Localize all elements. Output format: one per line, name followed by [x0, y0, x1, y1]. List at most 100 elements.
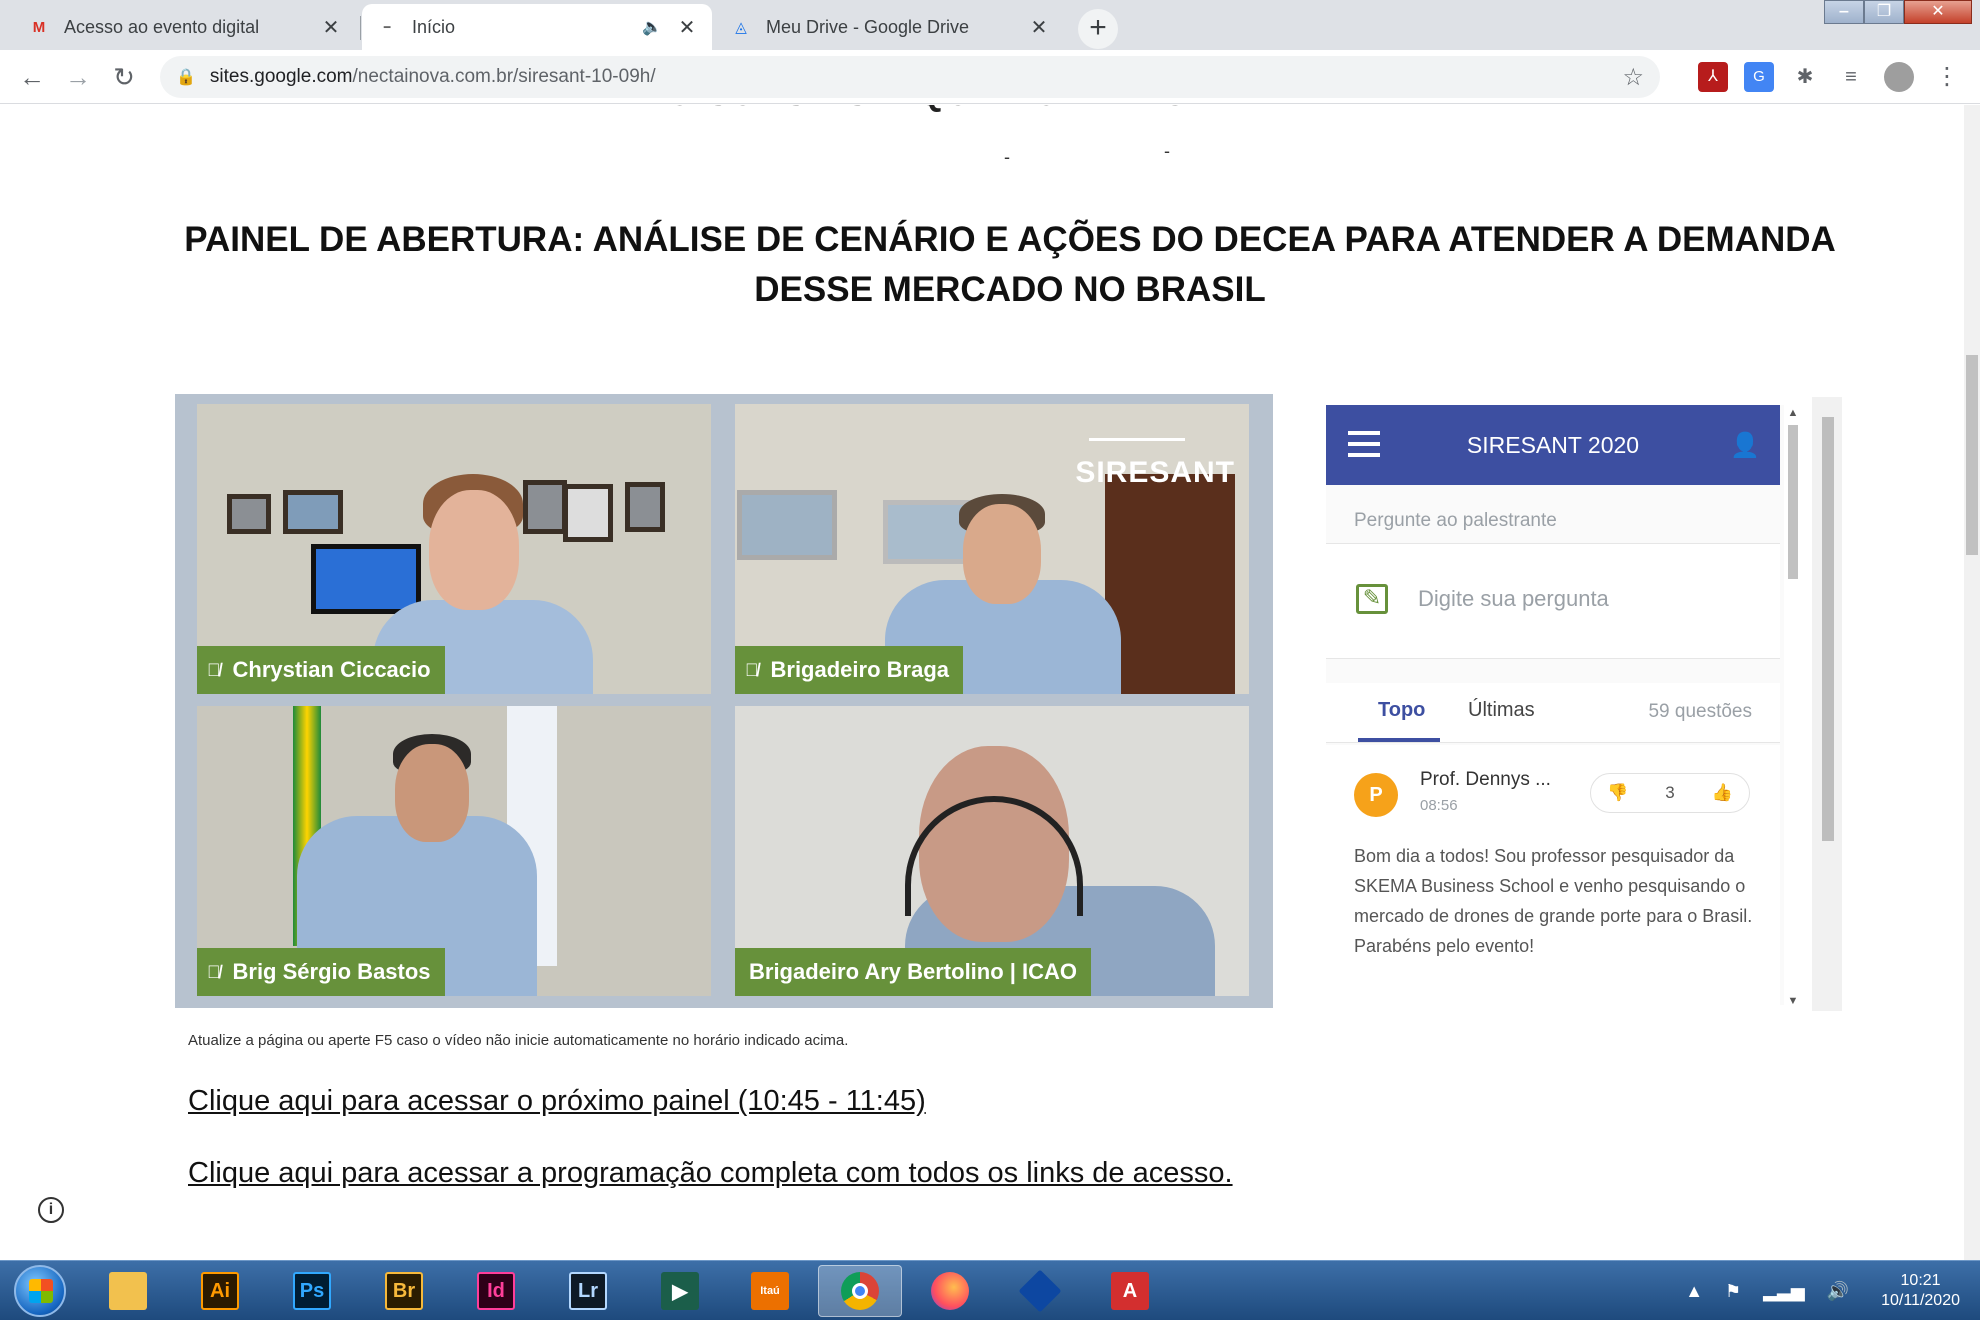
- tab-ultimas[interactable]: Últimas: [1468, 699, 1535, 722]
- url-host: sites.google.com: [209, 66, 353, 87]
- clock-time: 10:21: [1900, 1272, 1941, 1289]
- photoshop-icon: Ps: [293, 1272, 331, 1310]
- tab-strip: M Acesso ao evento digital ✕ ━ Início 🔈 …: [0, 0, 1980, 50]
- pdf-extension-icon[interactable]: ⅄: [1698, 62, 1728, 92]
- tab-gmail[interactable]: M Acesso ao evento digital ✕: [14, 4, 356, 50]
- window-controls: ‒ ❐ ✕: [1824, 0, 1972, 24]
- new-tab-button[interactable]: +: [1078, 9, 1118, 49]
- firefox-icon: [931, 1272, 969, 1310]
- flag-icon[interactable]: ⚑: [1725, 1281, 1741, 1302]
- chrome-icon: [841, 1272, 879, 1310]
- mic-muted-icon: 🎙̸: [745, 659, 759, 680]
- photoshop-button[interactable]: Ps: [270, 1265, 354, 1317]
- vote-control: 👎 3 👍: [1590, 773, 1750, 813]
- tray-expand-icon[interactable]: ▲: [1685, 1281, 1703, 1302]
- app-button[interactable]: A: [1088, 1265, 1172, 1317]
- qa-tabs: Topo Últimas 59 questões: [1326, 683, 1780, 743]
- participant-nameplate: 🎙̸ Brigadeiro Braga: [735, 646, 963, 694]
- volume-icon[interactable]: 🔊: [1827, 1281, 1849, 1302]
- tab-separator: [360, 16, 361, 40]
- title-line-1: PAINEL DE ABERTURA: ANÁLISE DE CENÁRIO E…: [184, 220, 1836, 259]
- translate-extension-icon[interactable]: G: [1744, 62, 1774, 92]
- tab-inicio[interactable]: ━ Início 🔈 ✕: [362, 4, 712, 50]
- scroll-up-icon[interactable]: ▲: [1784, 407, 1802, 419]
- full-program-link[interactable]: Clique aqui para acessar a programação c…: [188, 1157, 1233, 1190]
- chrome-button[interactable]: [818, 1265, 902, 1317]
- menu-dots-icon[interactable]: ⋮: [1932, 62, 1962, 92]
- participant-nameplate: 🎙̸ Brig Sérgio Bastos: [197, 948, 445, 996]
- scroll-thumb[interactable]: [1788, 425, 1798, 579]
- indesign-button[interactable]: Id: [454, 1265, 538, 1317]
- profile-avatar[interactable]: [1884, 62, 1914, 92]
- folder-icon: [109, 1272, 147, 1310]
- illustrator-button[interactable]: Ai: [178, 1265, 262, 1317]
- close-icon[interactable]: ✕: [676, 15, 698, 40]
- itau-button[interactable]: Itaú: [728, 1265, 812, 1317]
- speaker-icon[interactable]: 🔈: [642, 17, 662, 37]
- hamburger-menu-icon[interactable]: [1348, 431, 1380, 457]
- door: [1105, 474, 1235, 694]
- user-icon[interactable]: 👤: [1730, 431, 1760, 460]
- tab-label: Início: [412, 16, 456, 37]
- logo-text: SIRESANT: [1075, 456, 1235, 489]
- clock[interactable]: 10:21 10/11/2020: [1881, 1271, 1960, 1311]
- close-icon[interactable]: ✕: [1028, 15, 1050, 40]
- siresant-logo: SIRESANT: [1075, 438, 1235, 490]
- puzzle-extensions-icon[interactable]: ✱: [1790, 62, 1820, 92]
- reload-icon[interactable]: ↻: [106, 59, 142, 95]
- avatar: P: [1354, 773, 1398, 817]
- close-icon[interactable]: ✕: [320, 15, 342, 40]
- forward-icon[interactable]: →: [60, 59, 96, 95]
- participant-name: Brigadeiro Braga: [770, 657, 950, 682]
- bridge-button[interactable]: Br: [362, 1265, 446, 1317]
- network-icon[interactable]: ▂▃▅: [1763, 1281, 1805, 1302]
- scroll-down-icon[interactable]: ▼: [1784, 995, 1802, 1007]
- next-panel-link[interactable]: Clique aqui para acessar o próximo paine…: [188, 1085, 926, 1118]
- clipped-heading: DO SUAS AS E QUAL O PRINCIPAL BEN: [640, 105, 1360, 114]
- wall-picture: [737, 490, 837, 560]
- participant-name: Brigadeiro Ary Bertolino | ICAO: [749, 959, 1078, 984]
- qa-header: SIRESANT 2020 👤: [1326, 405, 1780, 485]
- info-icon[interactable]: i: [38, 1197, 64, 1223]
- maximize-button[interactable]: ❐: [1864, 0, 1904, 24]
- tab-drive[interactable]: ◬ Meu Drive - Google Drive ✕: [716, 4, 1064, 50]
- diamond-app-icon: [1018, 1269, 1062, 1313]
- page-content: DO SUAS AS E QUAL O PRINCIPAL BEN - - PA…: [0, 105, 1964, 1260]
- embed-scrollbar[interactable]: [1812, 397, 1842, 1011]
- bookmark-star-icon[interactable]: ☆: [1622, 63, 1644, 92]
- title-line-2: DESSE MERCADO NO BRASIL: [754, 270, 1266, 309]
- scroll-thumb[interactable]: [1966, 355, 1978, 555]
- scroll-thumb[interactable]: [1822, 417, 1834, 841]
- minimize-button[interactable]: ‒: [1824, 0, 1864, 24]
- page-scrollbar[interactable]: [1964, 105, 1980, 1260]
- app-button[interactable]: ▶: [638, 1265, 722, 1317]
- mic-muted-icon: 🎙̸: [207, 961, 221, 982]
- person-head: [963, 504, 1041, 604]
- qa-scrollbar[interactable]: ▲ ▼: [1784, 407, 1802, 1007]
- participant-name: Brig Sérgio Bastos: [232, 959, 431, 984]
- firefox-button[interactable]: [908, 1265, 992, 1317]
- tab-label: Meu Drive - Google Drive: [766, 16, 970, 37]
- question-input[interactable]: ✎ Digite sua pergunta: [1326, 543, 1780, 659]
- app-button[interactable]: [998, 1265, 1082, 1317]
- bridge-icon: Br: [385, 1272, 423, 1310]
- indesign-icon: Id: [477, 1272, 515, 1310]
- back-icon[interactable]: ←: [14, 59, 50, 95]
- explorer-button[interactable]: [86, 1265, 170, 1317]
- wall-picture: [227, 494, 271, 534]
- window-close-button[interactable]: ✕: [1904, 0, 1972, 24]
- question-text: Bom dia a todos! Sou professor pesquisad…: [1354, 846, 1753, 956]
- video-player[interactable]: 🎙̸ Chrystian Ciccacio SIRESANT 🎙̸ Brigad…: [175, 394, 1273, 1008]
- thumbs-down-icon[interactable]: 👎: [1607, 783, 1628, 803]
- thumbs-up-icon[interactable]: 👍: [1712, 783, 1733, 803]
- active-tab-indicator: [1358, 738, 1440, 742]
- qa-panel: SIRESANT 2020 👤 Pergunte ao palestrante …: [1326, 405, 1784, 1005]
- tab-topo[interactable]: Topo: [1378, 699, 1425, 722]
- address-bar[interactable]: 🔒 sites.google.com/nectainova.com.br/sir…: [160, 56, 1660, 98]
- media-app-icon: ▶: [661, 1272, 699, 1310]
- start-button[interactable]: [14, 1265, 66, 1317]
- lightroom-button[interactable]: Lr: [546, 1265, 630, 1317]
- question-card: P Prof. Dennys ... 08:56 👎 3 👍 Bom dia a…: [1326, 745, 1780, 1005]
- divider-dash: -: [1164, 141, 1170, 161]
- media-queue-icon[interactable]: ≡: [1836, 62, 1866, 92]
